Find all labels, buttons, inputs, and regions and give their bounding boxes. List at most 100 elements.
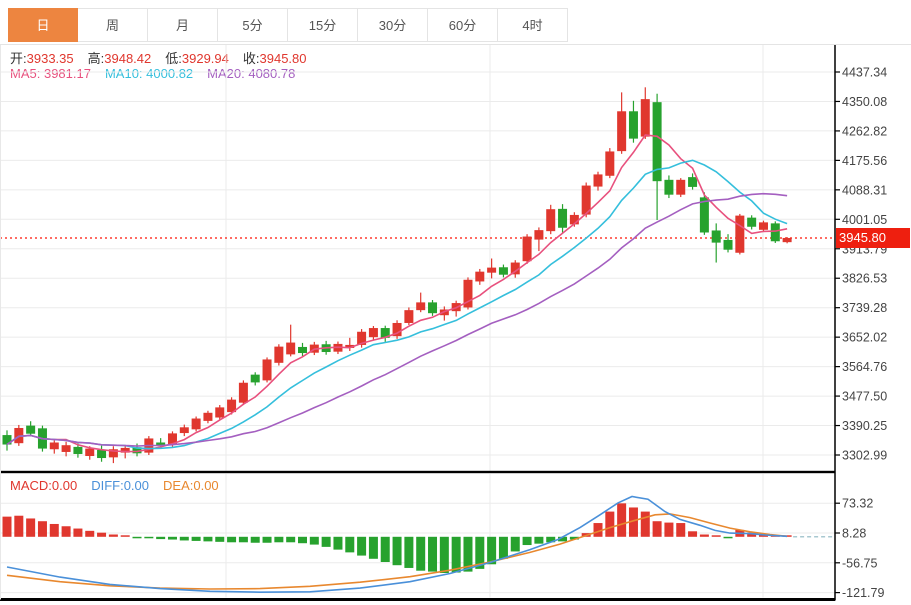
- macd-bar: [676, 523, 686, 537]
- macd-bar: [380, 536, 390, 562]
- macd-bar: [699, 534, 709, 537]
- axis-label: 3302.99: [842, 449, 887, 463]
- macd-bar: [26, 518, 36, 537]
- candle-body: [593, 174, 603, 187]
- kline-chart[interactable]: 4437.34 4350.08 4262.82 4175.56 4088.31 4001.…: [0, 0, 911, 605]
- candle-body: [191, 418, 201, 430]
- macd-bar: [298, 536, 307, 544]
- macd-bar: [522, 536, 532, 546]
- macd-bar: [688, 531, 698, 537]
- axes: [0, 45, 836, 601]
- axis-label: 3739.28: [842, 301, 887, 315]
- macd-bar: [333, 536, 343, 550]
- macd-bar: [723, 536, 733, 539]
- kline-widget: 日周月 5分 15分 30分 60分 4时 开:3933.35 高:3948.42 低:392…: [0, 0, 911, 605]
- candle-body: [203, 412, 213, 421]
- macd-bar: [14, 515, 24, 537]
- candle-body: [179, 427, 189, 434]
- macd-bar: [191, 536, 201, 541]
- candle-body: [617, 111, 627, 152]
- axis-label: 4088.31: [842, 183, 887, 197]
- macd-bar: [238, 536, 248, 543]
- macd-bar: [345, 536, 355, 553]
- macd-bar: [49, 523, 59, 537]
- main-panel-bottom-border: [0, 470, 835, 474]
- macd-bar: [451, 536, 461, 573]
- candle-body: [735, 215, 745, 253]
- macd-bar: [286, 536, 296, 543]
- macd-bar: [61, 526, 71, 537]
- candle-body: [711, 230, 721, 243]
- macd-panel-bottom-border: [0, 598, 835, 601]
- ma-lines: [6, 192, 788, 447]
- ma-lines: [6, 159, 788, 450]
- macd-bar: [652, 521, 662, 537]
- candle-body: [534, 230, 544, 240]
- macd-bar: [321, 536, 331, 547]
- macd-bar: [510, 536, 520, 552]
- macd-bar: [605, 511, 615, 537]
- current-price-value: 3945.80: [839, 230, 886, 245]
- macd-bar: [203, 536, 213, 542]
- axis-label: 3390.25: [842, 419, 887, 433]
- macd-bar: [498, 536, 508, 559]
- macd-bar: [309, 536, 319, 545]
- candle-body: [770, 223, 780, 242]
- candle-body: [238, 382, 248, 403]
- axis-label: 3477.50: [842, 390, 887, 404]
- macd-bar: [85, 530, 95, 537]
- candle-body: [250, 374, 260, 383]
- candle-body: [475, 271, 485, 282]
- macd-bar: [73, 528, 83, 537]
- macd-bar: [156, 536, 166, 540]
- macd-bar: [215, 536, 225, 542]
- candle-body: [546, 209, 556, 232]
- candle-body: [215, 407, 225, 418]
- candle-body: [628, 111, 638, 139]
- candle-body: [286, 342, 296, 355]
- ma20-line: [6, 192, 788, 447]
- candle-body: [26, 425, 36, 434]
- candle-body: [640, 99, 650, 137]
- candle-body: [61, 445, 71, 452]
- axis-label: 3652.02: [842, 331, 887, 345]
- macd-bar: [439, 536, 449, 573]
- candle-body: [49, 442, 59, 450]
- macd-bar: [404, 536, 414, 568]
- candle-body: [688, 177, 698, 187]
- macd-bar: [120, 535, 130, 537]
- macd-bar: [617, 503, 627, 537]
- ma10-line: [6, 159, 788, 450]
- macd-bar: [368, 536, 378, 559]
- candle-body: [298, 346, 307, 354]
- macd-bar: [534, 536, 544, 544]
- candle-body: [723, 239, 733, 250]
- candle-body: [747, 217, 757, 227]
- macd-bar: [108, 534, 118, 537]
- candle-body: [97, 449, 107, 459]
- candle-body: [73, 446, 83, 454]
- axis-label: 4175.56: [842, 154, 887, 168]
- axis-label: -121.79: [842, 586, 884, 600]
- macd-bar: [37, 521, 47, 537]
- macd-bar: [2, 516, 12, 537]
- candle-body: [404, 310, 414, 323]
- axis-label: 4437.34: [842, 66, 887, 80]
- current-price-tag: 3945.80: [836, 228, 910, 248]
- candle-body: [782, 237, 792, 243]
- candle-body: [558, 208, 568, 228]
- macd-bar: [262, 536, 272, 543]
- axis-label: -56.75: [842, 556, 877, 570]
- axis-label: 4001.05: [842, 213, 887, 227]
- macd-bar: [250, 536, 260, 543]
- axis-labels: 4437.34 4350.08 4262.82 4175.56 4088.31 4001.…: [835, 66, 887, 600]
- candle-body: [416, 302, 426, 311]
- macd-bar: [97, 532, 107, 537]
- candle-body: [274, 346, 284, 363]
- candle-body: [522, 236, 532, 262]
- axis-label: 3564.76: [842, 360, 887, 374]
- axis-label: 4262.82: [842, 124, 887, 138]
- macd-bar: [664, 522, 674, 537]
- macd-bar: [274, 536, 284, 543]
- macd-bar: [711, 535, 721, 537]
